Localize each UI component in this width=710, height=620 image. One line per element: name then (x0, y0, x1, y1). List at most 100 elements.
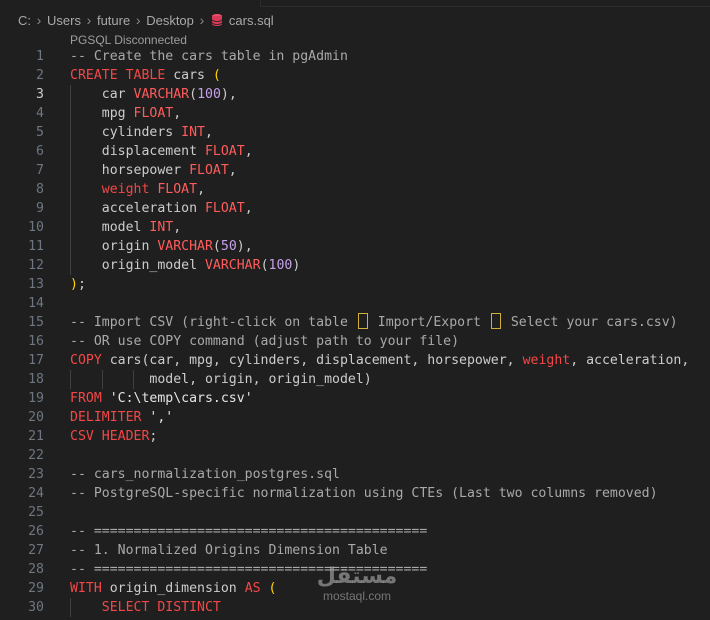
line-text: -- cars_normalization_postgres.sql (70, 465, 340, 484)
code-line[interactable]: 22 (0, 446, 710, 465)
code-line[interactable]: 16 -- OR use COPY command (adjust path to… (0, 332, 710, 351)
line-text: model, origin, origin_model) (70, 370, 372, 389)
code-line[interactable]: 13); (0, 275, 710, 294)
code-line[interactable]: 10 model INT, (0, 218, 710, 237)
code-token: cars(car, mpg, cylinders, displacement, … (101, 353, 523, 368)
line-text: ); (70, 275, 86, 294)
code-token: mpg (70, 106, 134, 121)
line-text: CSV HEADER; (70, 427, 157, 446)
line-number: 4 (36, 106, 44, 121)
line-number: 5 (36, 125, 44, 140)
code-token: -- =====================================… (70, 524, 428, 539)
line-text: displacement FLOAT, (70, 142, 253, 161)
breadcrumb-users[interactable]: Users (47, 13, 81, 28)
line-text: mpg FLOAT, (70, 104, 181, 123)
line-number: 2 (36, 68, 44, 83)
code-line[interactable]: 24 -- PostgreSQL-specific normalization u… (0, 484, 710, 503)
code-line[interactable]: 5 cylinders INT, (0, 123, 710, 142)
line-text: -- 1. Normalized Origins Dimension Table (70, 541, 388, 560)
line-number: 21 (28, 429, 44, 444)
line-number: 25 (28, 505, 44, 520)
code-line[interactable]: 14 (0, 294, 710, 313)
code-token: ',' (149, 410, 174, 425)
code-line[interactable]: 11 origin VARCHAR(50), (0, 237, 710, 256)
tab-bar-edge (260, 0, 710, 7)
line-text: COPY cars(car, mpg, cylinders, displacem… (70, 351, 689, 370)
code-token: ), (220, 87, 237, 102)
code-token: SELECT DISTINCT (101, 600, 221, 615)
code-line[interactable]: 1 -- Create the cars table in pgAdmin (0, 47, 710, 66)
code-token: horsepower (70, 163, 190, 178)
code-line[interactable]: 19 FROM 'C:\temp\cars.csv' (0, 389, 710, 408)
watermark-logo: مستقل mostaql.com (312, 565, 402, 604)
database-icon (211, 14, 223, 26)
line-number: 7 (36, 163, 44, 178)
code-line[interactable]: 15 -- Import CSV (right-click on table Im… (0, 313, 710, 332)
code-line[interactable]: 23 -- cars_normalization_postgres.sql (0, 465, 710, 484)
code-token: FROM (70, 391, 102, 406)
code-line[interactable]: 26 -- ===================================… (0, 522, 710, 541)
line-number: 12 (28, 258, 44, 273)
breadcrumb-user[interactable]: future (97, 13, 130, 28)
code-token: ( (268, 581, 277, 596)
chevron-right-icon: › (135, 12, 141, 28)
code-token: model, origin, origin_model) (70, 372, 372, 387)
line-text: cylinders INT, (70, 123, 213, 142)
breadcrumb-file[interactable]: cars.sql (229, 13, 274, 28)
breadcrumb-drive[interactable]: C: (18, 13, 31, 28)
code-token: , (228, 163, 237, 178)
code-token: acceleration (70, 201, 205, 216)
code-token: cylinders (70, 125, 182, 140)
code-token: INT (149, 220, 174, 235)
code-line[interactable]: 25 (0, 503, 710, 522)
code-line[interactable]: 6 displacement FLOAT, (0, 142, 710, 161)
code-line[interactable]: 8 weight FLOAT, (0, 180, 710, 199)
code-line[interactable]: 9 acceleration FLOAT, (0, 199, 710, 218)
code-token: VARCHAR (204, 258, 261, 273)
code-token: -- Create the cars table in pgAdmin (70, 49, 348, 64)
line-text: -- Create the cars table in pgAdmin (70, 47, 348, 66)
code-line[interactable]: 27 -- 1. Normalized Origins Dimension Tab… (0, 541, 710, 560)
code-token: FLOAT (157, 182, 198, 197)
code-token: ( (212, 68, 221, 83)
code-line[interactable]: 18 model, origin, origin_model) (0, 370, 710, 389)
line-number: 1 (36, 49, 44, 64)
code-line[interactable]: 17 COPY cars(car, mpg, cylinders, displac… (0, 351, 710, 370)
line-number: 9 (36, 201, 44, 216)
indent-guide (70, 370, 71, 389)
line-number: 24 (28, 486, 44, 501)
line-text: origin_model VARCHAR(100) (70, 256, 301, 275)
code-token: cars (165, 68, 213, 83)
indent-guide (101, 370, 103, 389)
line-number: 20 (28, 410, 44, 425)
breadcrumb-desktop[interactable]: Desktop (146, 13, 194, 28)
code-token: ) (70, 277, 78, 292)
code-area[interactable]: 1 -- Create the cars table in pgAdmin 2 CRE… (0, 47, 710, 617)
code-line[interactable]: 7 horsepower FLOAT, (0, 161, 710, 180)
code-line[interactable]: 2 CREATE TABLE cars ( (0, 66, 710, 85)
code-line[interactable]: 21 CSV HEADER; (0, 427, 710, 446)
line-text: origin VARCHAR(50), (70, 237, 253, 256)
code-token: , (197, 182, 206, 197)
line-number: 19 (28, 391, 44, 406)
code-line[interactable]: 20 DELIMITER ',' (0, 408, 710, 427)
connection-status-codelens[interactable]: PGSQL Disconnected (70, 33, 187, 47)
line-number: 27 (28, 543, 44, 558)
code-line[interactable]: 12 origin_model VARCHAR(100) (0, 256, 710, 275)
line-number: 17 (28, 353, 44, 368)
code-token: , acceleration, (570, 353, 690, 368)
line-number: 15 (28, 315, 44, 330)
line-text: -- OR use COPY command (adjust path to y… (70, 332, 459, 351)
indent-guide (70, 85, 71, 275)
line-number: 23 (28, 467, 44, 482)
code-line[interactable]: 3 car VARCHAR(100), (0, 85, 710, 104)
line-text: acceleration FLOAT, (70, 199, 253, 218)
code-line[interactable]: 4 mpg FLOAT, (0, 104, 710, 123)
code-token: -- cars_normalization_postgres.sql (70, 467, 340, 482)
line-number: 11 (28, 239, 44, 254)
code-token: Select your cars.csv) (502, 315, 678, 330)
line-number: 10 (28, 220, 44, 235)
